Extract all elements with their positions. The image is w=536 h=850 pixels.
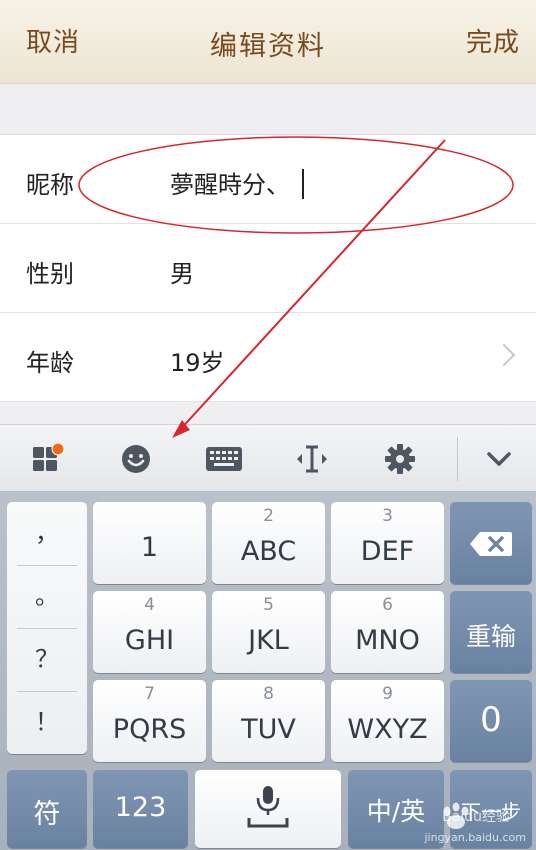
ime-toolbar	[0, 424, 536, 492]
key-label: WXYZ	[347, 714, 428, 745]
key-label: PQRS	[112, 714, 187, 745]
punct-question-key[interactable]: ？	[7, 628, 87, 691]
key-3-def[interactable]: 3 DEF	[331, 502, 444, 584]
numbers-key[interactable]: 123	[93, 770, 188, 848]
section-gap	[0, 84, 536, 134]
punct-comma-key[interactable]: ，	[7, 502, 87, 565]
key-2-abc[interactable]: 2 ABC	[212, 502, 325, 584]
retype-key[interactable]: 重输	[450, 591, 532, 673]
key-number: 9	[382, 684, 393, 704]
baidu-watermark: Baidu经验 jingyan.baidu.com	[404, 800, 532, 846]
toolbar-divider	[457, 437, 458, 481]
key-number: 5	[263, 595, 274, 615]
key-4-ghi[interactable]: 4 GHI	[93, 591, 206, 673]
cursor-move-icon[interactable]	[292, 439, 332, 479]
backspace-icon	[470, 532, 512, 556]
key-number: 3	[382, 506, 393, 526]
backspace-key[interactable]	[450, 502, 532, 584]
punct-exclaim-key[interactable]: ！	[7, 691, 87, 754]
key-1[interactable]: 1	[93, 502, 206, 584]
key-number: 8	[263, 684, 274, 704]
nickname-value: 夢醒時分、	[170, 171, 290, 199]
text-cursor	[302, 169, 304, 199]
key-5-jkl[interactable]: 5 JKL	[212, 591, 325, 673]
key-6-mno[interactable]: 6 MNO	[331, 591, 444, 673]
key-label: JKL	[248, 625, 289, 656]
key-0[interactable]: 0	[450, 680, 532, 762]
chevron-right-icon	[492, 343, 516, 367]
keyboard-icon[interactable]	[204, 439, 244, 479]
apps-icon[interactable]	[27, 439, 67, 479]
done-button[interactable]: 完成	[466, 22, 520, 59]
watermark-url: jingyan.baidu.com	[424, 831, 526, 844]
space-voice-key[interactable]	[195, 770, 341, 848]
key-7-pqrs[interactable]: 7 PQRS	[93, 680, 206, 762]
key-number: 4	[144, 595, 155, 615]
key-label: 1	[140, 532, 159, 563]
emoji-icon[interactable]	[116, 439, 156, 479]
page-title: 编辑资料	[210, 31, 326, 62]
chevron-down-icon[interactable]	[479, 439, 519, 479]
age-label: 年龄	[26, 349, 74, 377]
gender-row[interactable]: 性别 男	[0, 224, 536, 313]
gender-label: 性别	[26, 260, 74, 288]
key-label: ABC	[240, 536, 297, 567]
settings-icon[interactable]	[380, 439, 420, 479]
nickname-label: 昵称	[26, 171, 74, 199]
nickname-row[interactable]: 昵称 夢醒時分、	[0, 135, 536, 224]
key-number: 7	[144, 684, 155, 704]
key-9-wxyz[interactable]: 9 WXYZ	[331, 680, 444, 762]
watermark-brand: Baidu经验	[442, 809, 510, 825]
punctuation-column[interactable]: ， 。 ？ ！	[7, 502, 87, 754]
t9-keyboard: ， 。 ？ ！ 1 2 ABC 3 DEF 4 GHI 5 JKL 6 MNO	[0, 492, 536, 850]
key-label: 0	[480, 700, 502, 740]
key-8-tuv[interactable]: 8 TUV	[212, 680, 325, 762]
profile-form: 昵称 夢醒時分、 性别 男 年龄 19岁	[0, 134, 536, 402]
punct-period-key[interactable]: 。	[7, 565, 87, 628]
notification-dot	[51, 442, 64, 456]
key-label: GHI	[124, 625, 175, 656]
nickname-input[interactable]: 夢醒時分、	[170, 165, 304, 200]
key-number: 6	[382, 595, 393, 615]
key-label: 符	[33, 799, 61, 830]
microphone-icon	[247, 786, 289, 828]
symbols-key[interactable]: 符	[7, 770, 87, 848]
age-row[interactable]: 年龄 19岁	[0, 313, 536, 402]
key-label: 123	[114, 792, 167, 823]
gender-value: 男	[170, 260, 194, 288]
key-number: 2	[263, 506, 274, 526]
key-label: TUV	[241, 714, 296, 745]
nav-header: 取消 编辑资料 完成	[0, 0, 536, 84]
age-value: 19岁	[170, 349, 225, 377]
key-label: DEF	[360, 536, 415, 567]
key-label: 重输	[465, 622, 516, 651]
key-label: MNO	[355, 625, 420, 656]
